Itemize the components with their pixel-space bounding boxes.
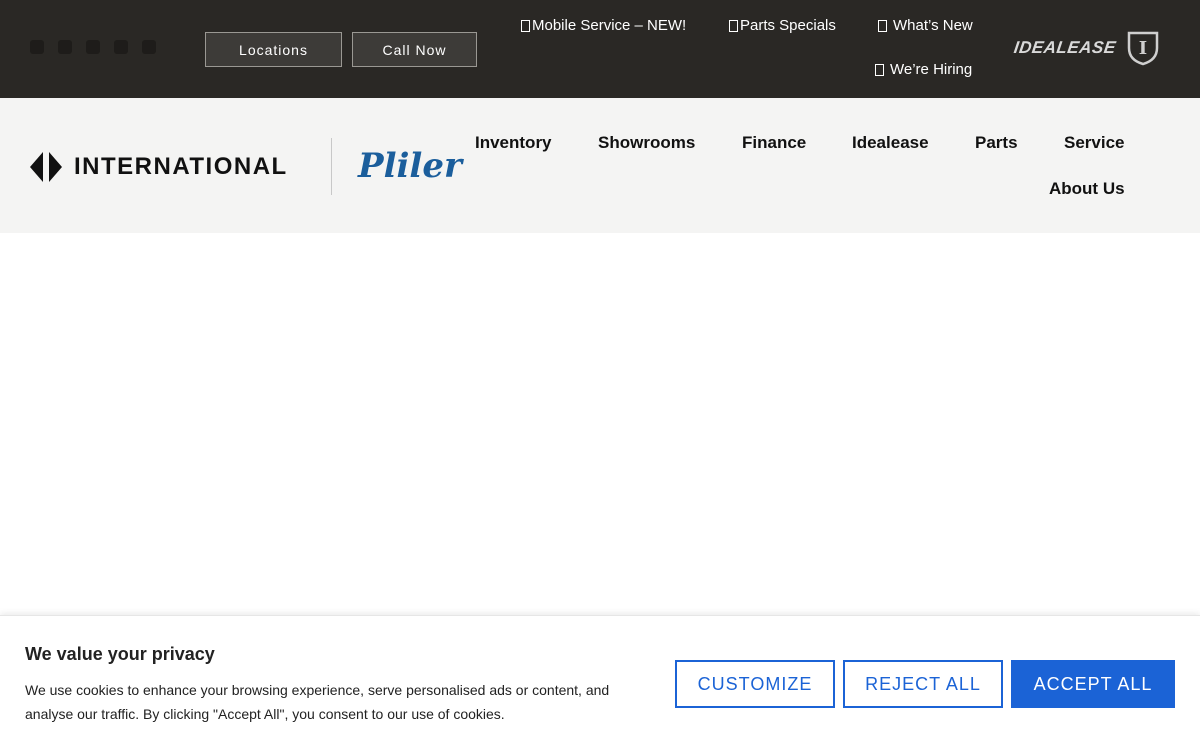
- youtube-icon[interactable]: [114, 40, 128, 54]
- social-links: [30, 40, 156, 54]
- international-logo[interactable]: INTERNATIONAL: [30, 152, 288, 182]
- call-now-button[interactable]: Call Now: [352, 32, 477, 67]
- whats-new-label: What’s New: [893, 17, 973, 34]
- top-utility-bar: Locations Call Now Mobile Service – NEW!…: [0, 0, 1200, 98]
- nav-showrooms[interactable]: Showrooms: [598, 133, 695, 153]
- cookie-description: We use cookies to enhance your browsing …: [25, 682, 610, 722]
- nav-service[interactable]: Service: [1064, 133, 1125, 153]
- international-wordmark: INTERNATIONAL: [74, 153, 288, 180]
- idealease-wordmark: IDEALEASE: [1012, 38, 1118, 57]
- idealease-logo[interactable]: IDEALEASE I: [1012, 30, 1160, 66]
- twitter-icon[interactable]: [142, 40, 156, 54]
- were-hiring-label: We’re Hiring: [890, 61, 973, 78]
- facebook-icon[interactable]: [30, 40, 44, 54]
- nav-parts[interactable]: Parts: [975, 133, 1018, 153]
- cookie-consent-banner: We value your privacy We use cookies to …: [0, 615, 1200, 750]
- nav-idealease[interactable]: Idealease: [852, 133, 929, 153]
- logo-divider: [331, 138, 332, 195]
- locations-button[interactable]: Locations: [205, 32, 342, 67]
- tag-icon: [729, 19, 738, 32]
- customize-button[interactable]: CUSTOMIZE: [675, 660, 835, 708]
- were-hiring-link[interactable]: We’re Hiring: [875, 61, 972, 78]
- mobile-service-link[interactable]: Mobile Service – NEW!: [521, 17, 686, 34]
- pliler-logo[interactable]: Pliler: [358, 146, 462, 186]
- wrench-icon: [521, 19, 530, 32]
- nav-finance[interactable]: Finance: [742, 133, 806, 153]
- instagram-icon[interactable]: [58, 40, 72, 54]
- cookie-title: We value your privacy: [25, 644, 215, 664]
- accept-all-button[interactable]: ACCEPT ALL: [1011, 660, 1175, 708]
- international-diamond-icon: [30, 152, 62, 182]
- idealease-shield-icon: I: [1127, 31, 1159, 66]
- parts-specials-label: Parts Specials: [740, 17, 836, 34]
- whats-new-link[interactable]: What’s New: [878, 17, 973, 34]
- briefcase-icon: [875, 63, 884, 76]
- reject-all-button[interactable]: REJECT ALL: [843, 660, 1003, 708]
- linkedin-icon[interactable]: [86, 40, 100, 54]
- nav-inventory[interactable]: Inventory: [475, 133, 552, 153]
- mobile-service-label: Mobile Service – NEW!: [532, 17, 687, 34]
- star-icon: [878, 19, 887, 32]
- parts-specials-link[interactable]: Parts Specials: [729, 17, 836, 34]
- nav-about-us[interactable]: About Us: [1049, 179, 1125, 199]
- svg-text:I: I: [1139, 38, 1147, 59]
- main-header: INTERNATIONAL Pliler Inventory Showrooms…: [0, 98, 1200, 233]
